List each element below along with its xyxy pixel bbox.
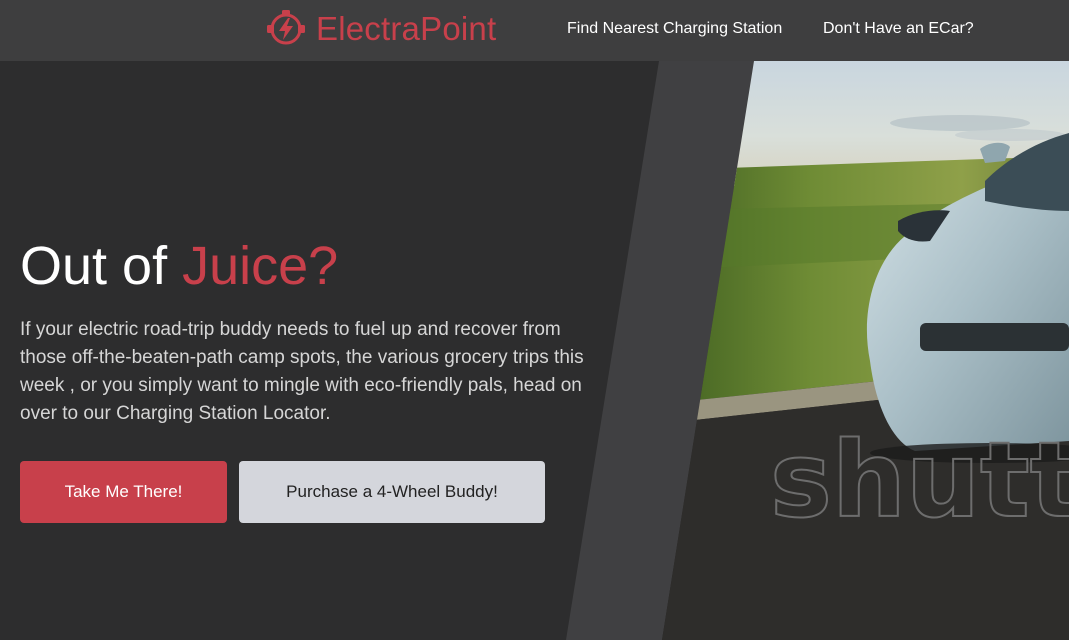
hero-title-plain: Out of [20, 236, 183, 296]
lightning-plug-icon [267, 10, 305, 45]
brand-logo-link[interactable]: ElectraPoint [266, 9, 496, 49]
image-watermark: shutte [770, 419, 1069, 541]
brand-name: ElectraPoint [316, 10, 497, 47]
landing-page: shutte ElectraPoint Find Nearest Chargin… [0, 0, 1069, 640]
hero-description: If your electric road-trip buddy needs t… [20, 319, 584, 424]
site-header: ElectraPoint Find Nearest Charging Stati… [0, 0, 1069, 61]
hero-title: Out of Juice? [20, 232, 338, 300]
take-me-there-button[interactable]: Take Me There! [20, 461, 227, 523]
hero-title-accent: Juice? [182, 236, 339, 296]
purchase-buddy-button[interactable]: Purchase a 4-Wheel Buddy! [239, 461, 545, 523]
nav-find-charging-station[interactable]: Find Nearest Charging Station [567, 19, 782, 38]
nav-dont-have-ecar[interactable]: Don't Have an ECar? [823, 19, 974, 38]
